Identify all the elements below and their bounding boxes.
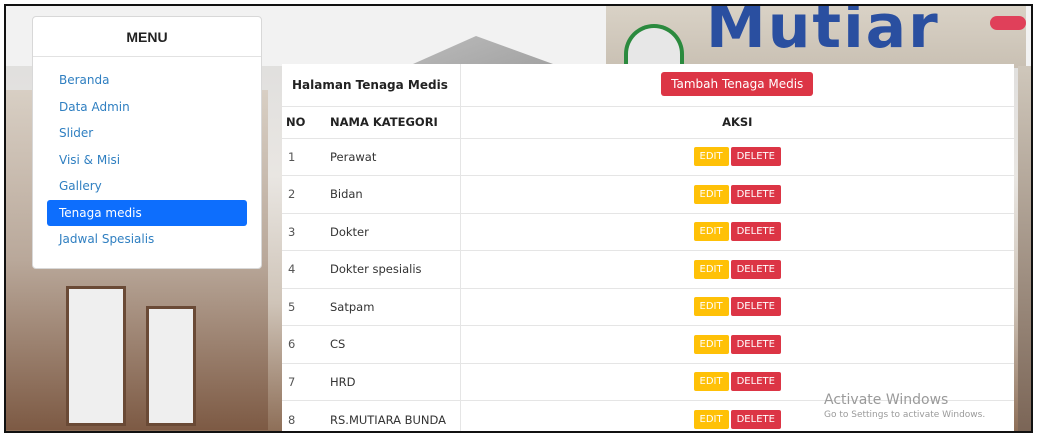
table-row: 4 Dokter spesialis EDIT DELETE — [282, 250, 1014, 288]
delete-button[interactable]: DELETE — [730, 372, 781, 392]
column-header-nama-kategori: NAMA KATEGORI — [320, 105, 461, 138]
menu-title: MENU — [33, 17, 261, 57]
edit-button[interactable]: EDIT — [693, 259, 729, 279]
table-row: 3 Dokter EDIT DELETE — [282, 212, 1014, 251]
table-row: 1 Perawat EDIT DELETE — [282, 137, 1014, 176]
row-actions: EDIT DELETE — [460, 175, 1014, 213]
watermark-title: Activate Windows — [824, 392, 949, 408]
row-name: Satpam — [320, 287, 461, 326]
row-actions: EDIT DELETE — [460, 250, 1014, 288]
sidebar-item-data-admin[interactable]: Data Admin — [47, 94, 247, 121]
row-name: Perawat — [320, 137, 461, 176]
sidebar-item-gallery[interactable]: Gallery — [47, 173, 247, 200]
background-window — [66, 286, 126, 426]
screen: Mutiar MENU Beranda Data Admin Slider Vi… — [4, 4, 1033, 433]
sidebar-item-slider[interactable]: Slider — [47, 120, 247, 147]
delete-button[interactable]: DELETE — [730, 259, 781, 279]
row-name: Dokter — [320, 212, 461, 251]
delete-button[interactable]: DELETE — [730, 297, 781, 317]
row-name: CS — [320, 325, 461, 363]
background-sign-text: Mutiar — [706, 4, 940, 62]
delete-button[interactable]: DELETE — [730, 184, 781, 204]
delete-button[interactable]: DELETE — [730, 334, 781, 354]
row-number: 6 — [282, 325, 320, 363]
column-header-aksi: AKSI — [460, 105, 1014, 138]
row-name: RS.MUTIARA BUNDA — [320, 400, 461, 431]
table-row: 2 Bidan EDIT DELETE — [282, 175, 1014, 213]
edit-button[interactable]: EDIT — [693, 222, 729, 242]
column-header-no: NO — [282, 105, 320, 138]
edit-button[interactable]: EDIT — [693, 334, 729, 354]
row-name: HRD — [320, 362, 461, 401]
row-actions: EDIT DELETE — [460, 137, 1014, 176]
row-number: 7 — [282, 362, 320, 401]
row-number: 8 — [282, 400, 320, 431]
add-tenaga-medis-button[interactable]: Tambah Tenaga Medis — [661, 72, 814, 97]
background-red-pill — [990, 16, 1026, 30]
content-panel: Halaman Tenaga Medis Tambah Tenaga Medis… — [282, 64, 1014, 431]
row-actions: EDIT DELETE — [460, 212, 1014, 251]
edit-button[interactable]: EDIT — [693, 372, 729, 392]
sidebar-item-visi-misi[interactable]: Visi & Misi — [47, 147, 247, 174]
edit-button[interactable]: EDIT — [693, 410, 729, 429]
table-header-row: NO NAMA KATEGORI AKSI — [282, 105, 1014, 138]
row-actions: EDIT DELETE — [460, 325, 1014, 363]
sidebar-item-beranda[interactable]: Beranda — [47, 67, 247, 94]
row-number: 2 — [282, 175, 320, 213]
background-window — [146, 306, 196, 426]
background-building-right — [1018, 66, 1031, 431]
row-number: 3 — [282, 212, 320, 251]
page-title: Halaman Tenaga Medis — [282, 64, 461, 106]
row-number: 1 — [282, 137, 320, 176]
edit-button[interactable]: EDIT — [693, 184, 729, 204]
delete-button[interactable]: DELETE — [730, 222, 781, 242]
menu-list: Beranda Data Admin Slider Visi & Misi Ga… — [33, 57, 261, 253]
delete-button[interactable]: DELETE — [730, 147, 781, 167]
watermark-subtitle: Go to Settings to activate Windows. — [824, 410, 986, 420]
row-number: 5 — [282, 287, 320, 326]
edit-button[interactable]: EDIT — [693, 297, 729, 317]
sidebar-item-jadwal-spesialis[interactable]: Jadwal Spesialis — [47, 226, 247, 253]
windows-activation-watermark: Activate Windows Go to Settings to activ… — [824, 392, 985, 420]
add-button-cell: Tambah Tenaga Medis — [460, 64, 1014, 106]
row-number: 4 — [282, 250, 320, 288]
row-name: Bidan — [320, 175, 461, 213]
table-row: 5 Satpam EDIT DELETE — [282, 287, 1014, 326]
edit-button[interactable]: EDIT — [693, 147, 729, 167]
row-name: Dokter spesialis — [320, 250, 461, 288]
sidebar-menu: MENU Beranda Data Admin Slider Visi & Mi… — [32, 16, 262, 269]
table-title-row: Halaman Tenaga Medis Tambah Tenaga Medis — [282, 64, 1014, 106]
table-row: 6 CS EDIT DELETE — [282, 325, 1014, 363]
tenaga-medis-table: Halaman Tenaga Medis Tambah Tenaga Medis… — [282, 64, 1014, 431]
sidebar-item-tenaga-medis[interactable]: Tenaga medis — [47, 199, 247, 226]
delete-button[interactable]: DELETE — [730, 410, 781, 429]
row-actions: EDIT DELETE — [460, 287, 1014, 326]
